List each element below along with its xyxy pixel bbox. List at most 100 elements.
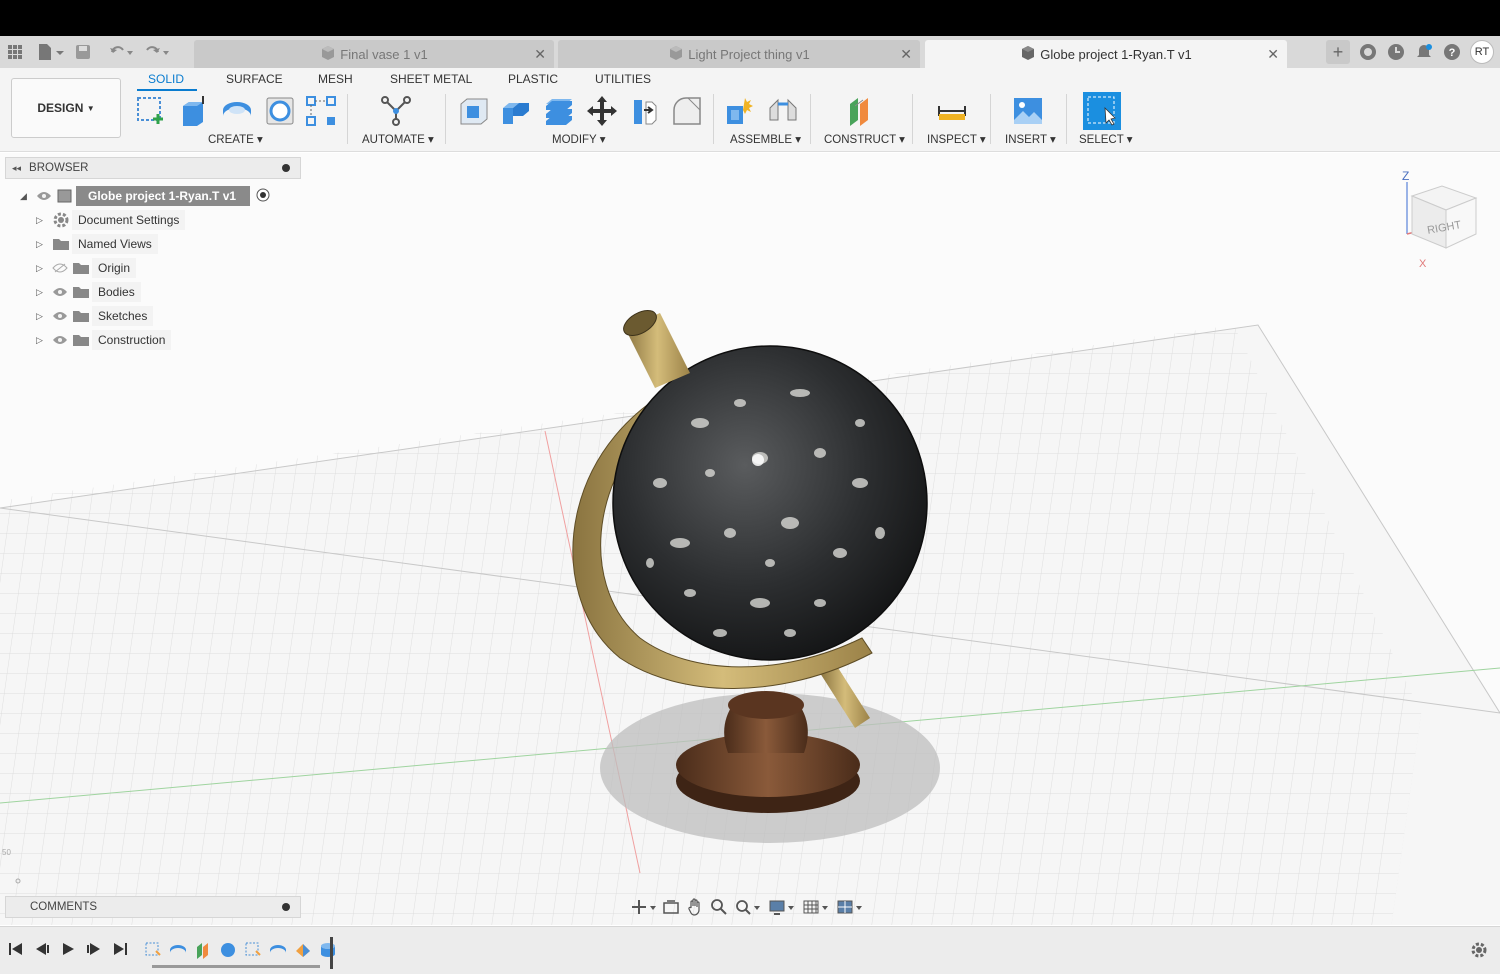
display-settings-icon[interactable]: [768, 898, 796, 916]
step-back-icon[interactable]: [34, 941, 50, 957]
measure-button[interactable]: [934, 92, 970, 130]
user-avatar[interactable]: RT: [1470, 40, 1494, 64]
browser-item-construction[interactable]: ▷ Construction: [36, 330, 172, 350]
zoom-icon[interactable]: [710, 898, 728, 916]
grid-settings-icon[interactable]: [802, 898, 830, 916]
collapse-icon[interactable]: ◂◂: [12, 163, 21, 174]
extensions-icon[interactable]: [1358, 42, 1378, 62]
move-copy-button[interactable]: [584, 92, 620, 130]
construct-menu[interactable]: CONSTRUCT ▾: [824, 132, 905, 146]
offset-plane-button[interactable]: [843, 92, 879, 130]
eye-icon[interactable]: [34, 191, 54, 201]
timeline-extrude-icon[interactable]: [319, 941, 337, 959]
expand-arrow-icon[interactable]: ▷: [36, 239, 50, 250]
eye-icon[interactable]: [50, 335, 70, 345]
save-icon[interactable]: [74, 43, 92, 61]
select-menu[interactable]: SELECT ▾: [1079, 132, 1133, 146]
notifications-icon[interactable]: [1414, 42, 1434, 62]
3d-viewport[interactable]: 50: [0, 153, 1500, 925]
help-icon[interactable]: ?: [1442, 42, 1462, 62]
automate-menu[interactable]: AUTOMATE ▾: [362, 132, 434, 146]
browser-item-origin[interactable]: ▷ Origin: [36, 258, 137, 278]
undo-icon[interactable]: [108, 43, 136, 61]
pin-icon[interactable]: [282, 164, 290, 172]
browser-item-named-views[interactable]: ▷ Named Views: [36, 234, 158, 254]
pattern-button[interactable]: [303, 92, 339, 130]
tab-solid[interactable]: SOLID: [148, 72, 184, 86]
eye-hidden-icon[interactable]: [50, 263, 70, 273]
modify-menu[interactable]: MODIFY ▾: [552, 132, 605, 146]
comments-header[interactable]: COMMENTS: [5, 896, 301, 918]
pan-hand-icon[interactable]: [686, 898, 704, 916]
expand-arrow-icon[interactable]: ▷: [36, 215, 50, 226]
document-tab[interactable]: Final vase 1 v1 ✕: [194, 40, 554, 68]
tab-plastic[interactable]: PLASTIC: [508, 72, 558, 86]
orbit-icon[interactable]: [630, 898, 656, 916]
timeline-sketch-icon[interactable]: [144, 941, 162, 959]
expand-arrow-icon[interactable]: ◢: [20, 191, 34, 202]
browser-item-bodies[interactable]: ▷ Bodies: [36, 282, 141, 302]
workspace-switcher[interactable]: DESIGN ▼: [11, 78, 121, 138]
zoom-window-icon[interactable]: [734, 898, 762, 916]
shell-button[interactable]: [541, 92, 577, 130]
redo-icon[interactable]: [144, 43, 172, 61]
expand-arrow-icon[interactable]: ▷: [36, 263, 50, 274]
fillet-button[interactable]: [498, 92, 534, 130]
automate-button[interactable]: [378, 92, 414, 130]
file-menu-icon[interactable]: [36, 43, 66, 61]
press-pull-button[interactable]: [456, 92, 492, 130]
timeline-revolve-icon[interactable]: [169, 941, 187, 959]
tab-surface[interactable]: SURFACE: [226, 72, 283, 86]
skip-to-start-icon[interactable]: [8, 941, 24, 957]
close-icon[interactable]: ✕: [900, 46, 912, 63]
timeline-sphere-icon[interactable]: [219, 941, 237, 959]
new-tab-icon[interactable]: +: [1326, 40, 1350, 64]
joint-button[interactable]: [765, 92, 801, 130]
skip-to-end-icon[interactable]: [112, 941, 128, 957]
close-icon[interactable]: ✕: [1267, 46, 1279, 63]
browser-header[interactable]: ◂◂ BROWSER: [5, 157, 301, 179]
eye-icon[interactable]: [50, 311, 70, 321]
timeline-plane-icon[interactable]: [194, 941, 212, 959]
new-component-button[interactable]: [722, 92, 758, 130]
align-button[interactable]: [627, 92, 663, 130]
gear-icon[interactable]: [1470, 941, 1488, 959]
expand-arrow-icon[interactable]: ▷: [36, 287, 50, 298]
browser-root[interactable]: ◢ Globe project 1-Ryan.T v1: [20, 186, 270, 206]
viewcube[interactable]: Z RIGHT X: [1398, 166, 1484, 270]
create-menu[interactable]: CREATE ▾: [208, 132, 263, 146]
expand-arrow-icon[interactable]: ▷: [36, 335, 50, 346]
hole-button[interactable]: [262, 92, 298, 130]
timeline-revolve-icon[interactable]: [269, 941, 287, 959]
tab-mesh[interactable]: MESH: [318, 72, 353, 86]
timeline-marker[interactable]: [330, 937, 333, 969]
assemble-menu[interactable]: ASSEMBLE ▾: [730, 132, 801, 146]
expand-arrow-icon[interactable]: ▷: [36, 311, 50, 322]
inspect-menu[interactable]: INSPECT ▾: [927, 132, 986, 146]
insert-menu[interactable]: INSERT ▾: [1005, 132, 1056, 146]
activate-radio-icon[interactable]: [256, 188, 270, 205]
app-grid-icon[interactable]: [6, 43, 24, 61]
tab-sheet-metal[interactable]: SHEET METAL: [390, 72, 472, 86]
eye-icon[interactable]: [50, 287, 70, 297]
step-forward-icon[interactable]: [86, 941, 102, 957]
browser-item-sketches[interactable]: ▷ Sketches: [36, 306, 154, 326]
revolve-button[interactable]: [219, 92, 255, 130]
create-sketch-button[interactable]: [133, 92, 169, 130]
play-icon[interactable]: [60, 941, 76, 957]
timeline-appearance-icon[interactable]: [294, 941, 312, 959]
pin-icon[interactable]: [282, 903, 290, 911]
extrude-button[interactable]: [176, 92, 212, 130]
viewports-icon[interactable]: [836, 898, 864, 916]
timeline-sketch-icon[interactable]: [244, 941, 262, 959]
document-tab-active[interactable]: Globe project 1-Ryan.T v1 ✕: [925, 40, 1287, 68]
look-at-icon[interactable]: [662, 898, 680, 916]
browser-item-document-settings[interactable]: ▷ Document Settings: [36, 210, 186, 230]
insert-image-button[interactable]: [1010, 92, 1046, 130]
tab-utilities[interactable]: UTILITIES: [595, 72, 651, 86]
split-body-button[interactable]: [669, 92, 705, 130]
job-status-icon[interactable]: [1386, 42, 1406, 62]
document-tab[interactable]: Light Project thing v1 ✕: [558, 40, 920, 68]
select-button[interactable]: [1083, 92, 1121, 130]
close-icon[interactable]: ✕: [534, 46, 546, 63]
